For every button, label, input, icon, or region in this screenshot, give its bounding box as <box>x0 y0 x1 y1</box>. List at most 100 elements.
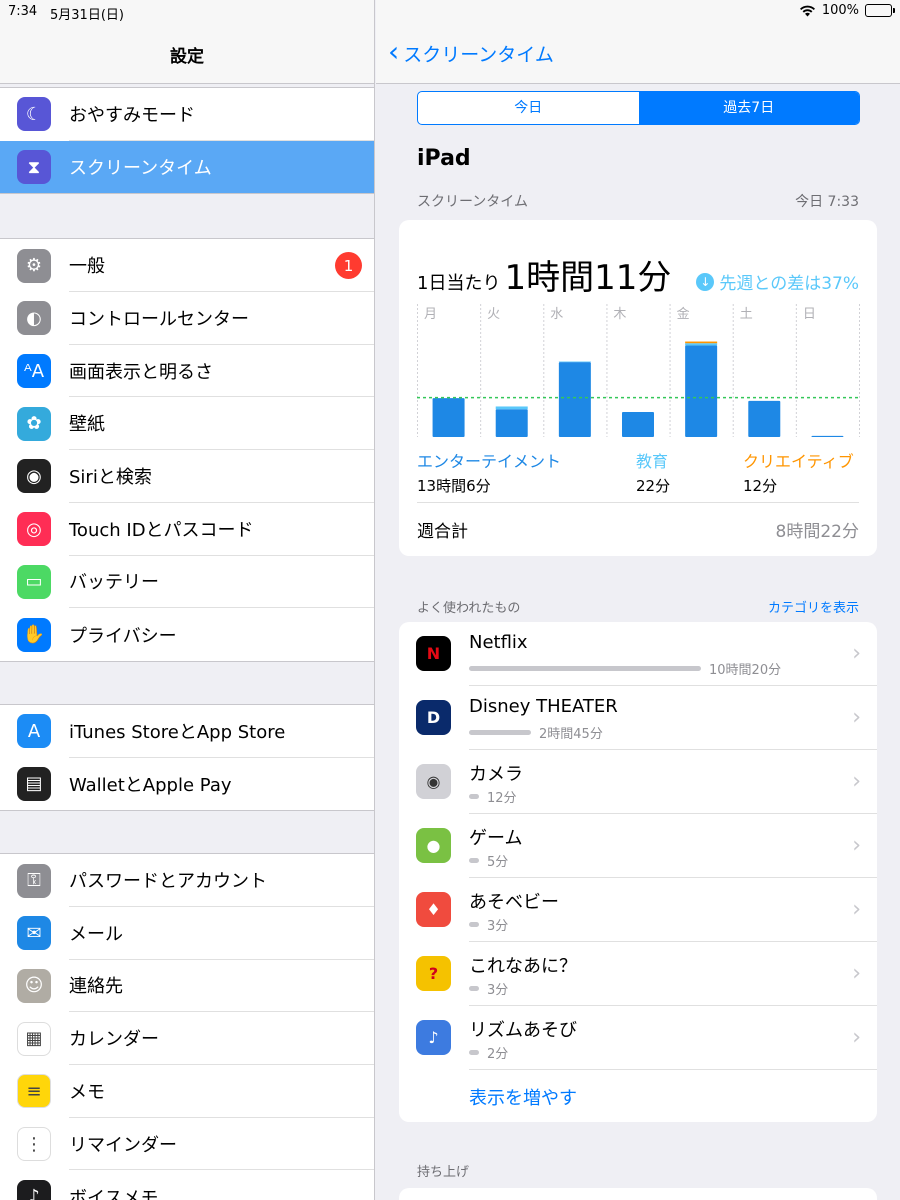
sidebar-item-hand[interactable]: ✋ プライバシー <box>0 608 374 661</box>
fingerprint-icon: ◎ <box>17 512 51 547</box>
category-entertainment: エンターテイメント 13時間6分 <box>417 448 561 496</box>
wallet-icon: ▤ <box>17 766 51 801</box>
show-more-link[interactable]: 表示を増やす <box>469 1084 577 1110</box>
app-usage-row[interactable]: N Netflix 10時間20分 › <box>399 622 877 686</box>
sidebar-item-fingerprint[interactable]: ◎ Touch IDとパスコード <box>0 503 374 556</box>
app-usage-row[interactable]: ● ゲーム 5分 › <box>399 814 877 878</box>
day-label: 火 <box>487 307 500 322</box>
app-usage-row[interactable]: ◉ カメラ 12分 › <box>399 750 877 814</box>
section-time: 今日 7:33 <box>795 194 859 210</box>
contacts-icon: ☺ <box>17 968 51 1003</box>
rhythm-icon: ♪ <box>416 1020 451 1055</box>
sidebar-item-key[interactable]: ⚿ パスワードとアカウント <box>0 854 374 907</box>
sidebar-item-siri[interactable]: ◉ Siriと検索 <box>0 450 374 503</box>
sidebar-item-label: おやすみモード <box>69 88 374 141</box>
bar-0 <box>685 345 718 437</box>
app-name: Netflix <box>469 632 528 653</box>
sidebar-item-moon[interactable]: ☾ おやすみモード <box>0 88 374 141</box>
show-categories-link[interactable]: カテゴリを表示 <box>768 597 859 616</box>
sidebar-item-mail[interactable]: ✉ メール <box>0 907 374 960</box>
pickups-header: 持ち上げ <box>417 1165 470 1180</box>
app-time: 2分 <box>487 1047 509 1062</box>
sidebar-title: 設定 <box>170 47 204 67</box>
sidebar-item-battery[interactable]: ▭ バッテリー <box>0 556 374 609</box>
hand-icon: ✋ <box>17 617 51 652</box>
app-time: 5分 <box>487 855 509 870</box>
sidebar-item-label: メール <box>69 907 374 960</box>
sidebar-item-voice-memo[interactable]: ♪ ボイスメモ <box>0 1170 374 1200</box>
chevron-right-icon: › <box>852 897 861 922</box>
sidebar-item-label: スクリーンタイム <box>69 158 212 180</box>
usage-summary-card[interactable]: 1日当たり 1時間11分 ↓ 先週との差は37% 月 火 水 木 金 土 日 エンターテイメ… <box>399 220 877 556</box>
category-name: エンターテイメント <box>417 452 562 471</box>
siri-icon: ◉ <box>17 459 51 494</box>
app-name: あそベビー <box>469 892 559 913</box>
app-usage-row[interactable]: ♪ リズムあそび 2分 › <box>399 1006 877 1070</box>
sidebar-item-label: WalletとApple Pay <box>69 774 232 796</box>
sidebar-item-label: 壁紙 <box>69 397 374 451</box>
sidebar-item-label: 画面表示と明るさ <box>69 345 374 398</box>
divider <box>469 1069 877 1070</box>
sidebar-item-app-store[interactable]: AiTunes StoreとApp Store <box>0 705 374 758</box>
day-label: 日 <box>803 307 816 322</box>
sidebar-item-wallet[interactable]: ▤ WalletとApple Pay <box>0 758 374 811</box>
gear-icon: ⚙ <box>17 248 51 283</box>
app-time: 12分 <box>487 791 517 806</box>
device-name: iPad <box>417 146 471 171</box>
chevron-right-icon: › <box>852 769 861 794</box>
bar-0 <box>622 412 654 437</box>
app-usage-row[interactable]: D Disney THEATER 2時間45分 › <box>399 686 877 750</box>
app-time: 3分 <box>487 983 509 998</box>
status-bar: 7:34 5月31日(日) 100% <box>0 0 900 24</box>
app-usage-row[interactable]: ♦ あそベビー 3分 › <box>399 878 877 942</box>
settings-group: ⚙ 一般 1 ◐ コントロールセンター ᴬA 画面表示と明るさ ✿ 壁紙 ◉ Siriと検索 ◎ Tou… <box>0 238 374 662</box>
notes-icon: ≡ <box>17 1074 51 1109</box>
sidebar-item-label: ボイスメモ <box>69 1187 159 1200</box>
usage-bar <box>469 922 479 927</box>
key-icon: ⚿ <box>17 863 51 898</box>
sidebar-item-hourglass[interactable]: ⧗ スクリーンタイム <box>0 140 374 194</box>
sidebar-item-label: Touch IDとパスコード <box>69 503 374 556</box>
day-label: 月 <box>424 307 437 322</box>
pickups-card[interactable] <box>399 1188 877 1200</box>
usage-bar <box>469 730 531 735</box>
most-used-header: よく使われたもの <box>417 601 521 616</box>
app-usage-row[interactable]: ? これなあに？ 3分 › <box>399 942 877 1006</box>
bar-2 <box>685 341 718 344</box>
day-label: 土 <box>740 307 753 322</box>
camera-icon: ◉ <box>416 764 451 799</box>
app-name: ゲーム <box>469 828 523 849</box>
sidebar-item-label: コントロールセンター <box>69 292 374 345</box>
back-button[interactable]: ‹ スクリーンタイム <box>388 37 554 67</box>
sidebar-item-label: iTunes StoreとApp Store <box>69 705 374 758</box>
category-value: 12分 <box>743 477 778 495</box>
calendar-icon: ▦ <box>17 1021 51 1056</box>
usage-bar-chart: 月火水木金土日 <box>417 304 860 438</box>
segment-last-7-days[interactable]: 過去7日 <box>638 92 859 124</box>
settings-group: ⚿ パスワードとアカウント ✉ メール ☺ 連絡先 ▦ カレンダー ≡ メモ ⋮ リマインダー ♪ ボイス… <box>0 853 374 1200</box>
app-name: カメラ <box>469 764 523 785</box>
asobaby-icon: ♦ <box>416 892 451 927</box>
sidebar-item-label: バッテリー <box>69 556 374 609</box>
sidebar-item-calendar[interactable]: ▦ カレンダー <box>0 1012 374 1065</box>
flower-icon: ✿ <box>17 406 51 441</box>
hourglass-icon: ⧗ <box>17 150 51 185</box>
bar-0 <box>558 362 591 437</box>
sidebar-item-text-size[interactable]: ᴬA 画面表示と明るさ <box>0 345 374 398</box>
bar-0 <box>495 409 528 437</box>
sidebar-item-toggles[interactable]: ◐ コントロールセンター <box>0 292 374 345</box>
segment-today[interactable]: 今日 <box>418 92 639 124</box>
sidebar-item-label: リマインダー <box>69 1118 374 1171</box>
settings-group: ☾ おやすみモード ⧗ スクリーンタイム <box>0 87 374 195</box>
most-used-apps-card: N Netflix 10時間20分 › D Disney THEATER 2時間… <box>399 622 877 1122</box>
sidebar-item-flower[interactable]: ✿ 壁紙 <box>0 397 374 451</box>
category-creative: クリエイティブ 12分 <box>743 448 854 496</box>
sidebar-item-contacts[interactable]: ☺ 連絡先 <box>0 960 374 1013</box>
usage-bar <box>469 858 479 863</box>
sidebar-item-gear[interactable]: ⚙ 一般 1 <box>0 239 374 293</box>
app-name: リズムあそび <box>469 1020 577 1041</box>
battery-icon: ▭ <box>17 564 51 599</box>
sidebar-item-label: プライバシー <box>69 625 177 647</box>
sidebar-item-reminders[interactable]: ⋮ リマインダー <box>0 1118 374 1171</box>
sidebar-item-notes[interactable]: ≡ メモ <box>0 1065 374 1118</box>
